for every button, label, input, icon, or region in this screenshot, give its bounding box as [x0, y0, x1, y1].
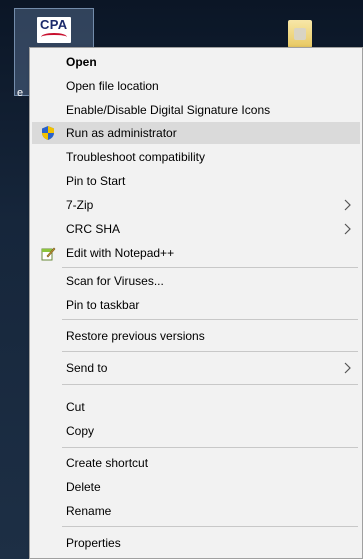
menu-separator — [62, 351, 358, 352]
menu-item-send-to[interactable]: Send to — [32, 357, 360, 379]
menu-item-create-shortcut[interactable]: Create shortcut — [32, 452, 360, 474]
shield-icon — [40, 125, 56, 141]
menu-separator — [62, 384, 358, 385]
menu-item-cut[interactable]: Cut — [32, 396, 360, 418]
menu-separator — [62, 526, 358, 527]
menu-item-pin-to-taskbar[interactable]: Pin to taskbar — [32, 294, 360, 316]
menu-separator — [62, 267, 358, 268]
menu-item-pin-to-start[interactable]: Pin to Start — [32, 170, 360, 192]
menu-item-crc-sha[interactable]: CRC SHA — [32, 218, 360, 240]
menu-item-rename[interactable]: Rename — [32, 500, 360, 522]
menu-item-delete[interactable]: Delete — [32, 476, 360, 498]
chevron-right-icon — [340, 222, 354, 236]
menu-item-copy[interactable]: Copy — [32, 420, 360, 442]
menu-separator — [62, 447, 358, 448]
menu-item-run-as-administrator[interactable]: Run as administrator — [32, 122, 360, 144]
menu-item-open[interactable]: Open — [32, 51, 360, 73]
chevron-right-icon — [340, 361, 354, 375]
notepad-icon — [40, 245, 56, 261]
menu-item-troubleshoot-compatibility[interactable]: Troubleshoot compatibility — [32, 146, 360, 168]
desktop-icon-label: e — [17, 87, 24, 99]
menu-item-enable-disable-signature[interactable]: Enable/Disable Digital Signature Icons — [32, 99, 360, 121]
menu-item-scan-for-viruses[interactable]: Scan for Viruses... — [32, 270, 360, 292]
cpa-logo-icon: CPA — [37, 17, 71, 43]
folder-icon[interactable] — [288, 20, 312, 48]
menu-separator — [62, 319, 358, 320]
menu-item-properties[interactable]: Properties — [32, 532, 360, 554]
context-menu: Open Open file location Enable/Disable D… — [29, 47, 363, 559]
menu-item-restore-previous-versions[interactable]: Restore previous versions — [32, 325, 360, 347]
menu-item-7zip[interactable]: 7-Zip — [32, 194, 360, 216]
menu-item-open-file-location[interactable]: Open file location — [32, 75, 360, 97]
menu-item-edit-with-notepadpp[interactable]: Edit with Notepad++ — [32, 242, 360, 264]
chevron-right-icon — [340, 198, 354, 212]
